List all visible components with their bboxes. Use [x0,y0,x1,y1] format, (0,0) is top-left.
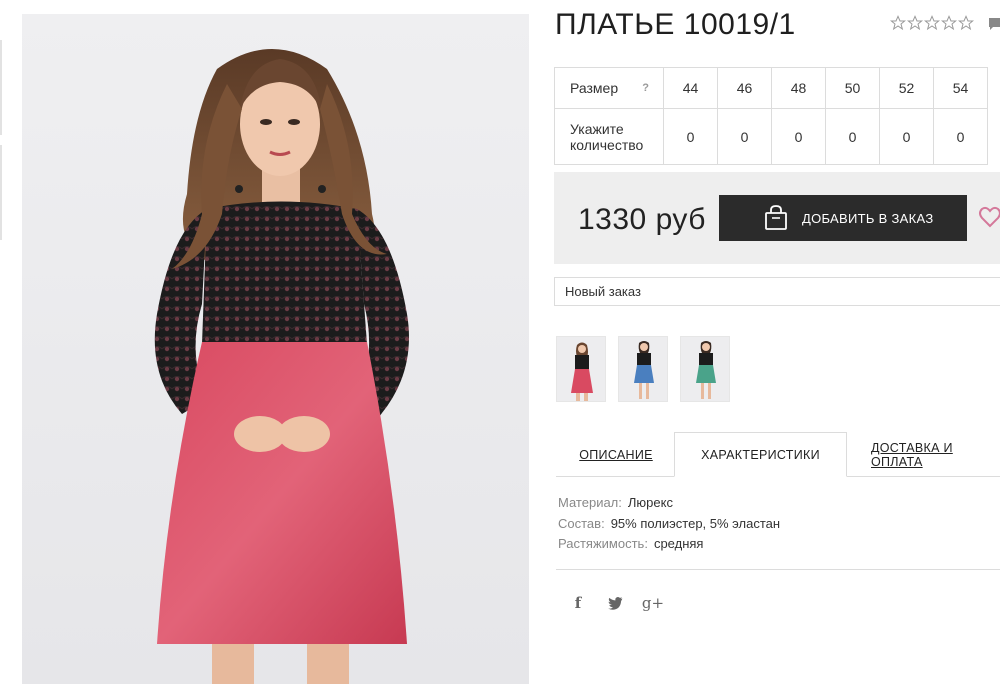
quantity-input[interactable]: 0 [825,108,880,165]
size-label: Размер [570,80,619,96]
shopping-bag-icon [765,205,787,230]
quantity-label: Укажите количество [554,108,664,165]
characteristic-label: Состав: [558,516,605,531]
characteristic-value: средняя [653,536,704,551]
tab-delivery[interactable]: ДОСТАВКА И ОПЛАТА [860,432,1000,477]
tab-delivery-label: ДОСТАВКА И ОПЛАТА [871,440,953,469]
thumbnail-pink[interactable] [556,336,606,402]
quantity-row: Укажите количество 0 0 0 0 0 0 [554,108,988,165]
quantity-input[interactable]: 0 [771,108,826,165]
star-icon[interactable] [907,15,923,31]
left-edge-mark [0,145,2,240]
thumbnail-green[interactable] [680,336,730,402]
help-icon[interactable]: ? [642,80,649,96]
tab-characteristics-label: ХАРАКТЕРИСТИКИ [701,447,820,462]
characteristic-label: Материал: [558,495,622,510]
facebook-glyph: f [574,594,582,612]
rating-stars[interactable] [890,15,974,31]
tab-description-label: ОПИСАНИЕ [579,447,653,462]
twitter-icon[interactable] [604,592,626,614]
characteristic-row: Состав: 95% полиэстер, 5% эластан [558,516,780,531]
comment-icon[interactable] [988,17,1000,31]
characteristic-row: Материал: Люрекс [558,495,673,510]
size-value: 48 [771,67,826,109]
add-to-order-label: ДОБАВИТЬ В ЗАКАЗ [802,210,934,226]
characteristic-value: Люрекс [627,495,673,510]
googleplus-icon[interactable]: g+ [642,592,664,614]
quantity-input[interactable]: 0 [933,108,988,165]
quantity-input[interactable]: 0 [879,108,934,165]
size-value: 44 [663,67,718,109]
characteristic-row: Растяжимость: средняя [558,536,703,551]
star-icon[interactable] [941,15,957,31]
characteristic-value: 95% полиэстер, 5% эластан [610,516,781,531]
size-value: 46 [717,67,772,109]
size-value: 52 [879,67,934,109]
thumbnail-blue[interactable] [618,336,668,402]
star-icon[interactable] [890,15,906,31]
add-to-order-button[interactable]: ДОБАВИТЬ В ЗАКАЗ [719,195,967,241]
twitter-glyph [607,596,622,610]
quantity-input[interactable]: 0 [717,108,772,165]
section-divider [556,569,1000,570]
price-box: 1330 руб ДОБАВИТЬ В ЗАКАЗ [554,172,1000,264]
left-edge-mark [0,40,2,135]
star-icon[interactable] [924,15,940,31]
tab-description[interactable]: ОПИСАНИЕ [560,432,672,477]
product-title: ПЛАТЬЕ 10019/1 [555,8,796,41]
size-value: 54 [933,67,988,109]
facebook-icon[interactable]: f [567,592,589,614]
star-icon[interactable] [958,15,974,31]
order-select[interactable]: Новый заказ [554,277,1000,306]
size-value: 50 [825,67,880,109]
size-table: Размер ? 44 46 48 50 52 54 Укажите колич… [554,67,988,165]
characteristic-label: Растяжимость: [558,536,648,551]
size-label-cell: Размер ? [554,67,664,109]
quantity-input[interactable]: 0 [663,108,718,165]
price: 1330 руб [578,203,706,236]
tab-characteristics[interactable]: ХАРАКТЕРИСТИКИ [674,432,847,477]
main-product-image[interactable] [22,14,529,684]
heart-icon[interactable] [978,205,1000,229]
size-row: Размер ? 44 46 48 50 52 54 [554,67,988,109]
googleplus-glyph: g+ [641,594,665,612]
